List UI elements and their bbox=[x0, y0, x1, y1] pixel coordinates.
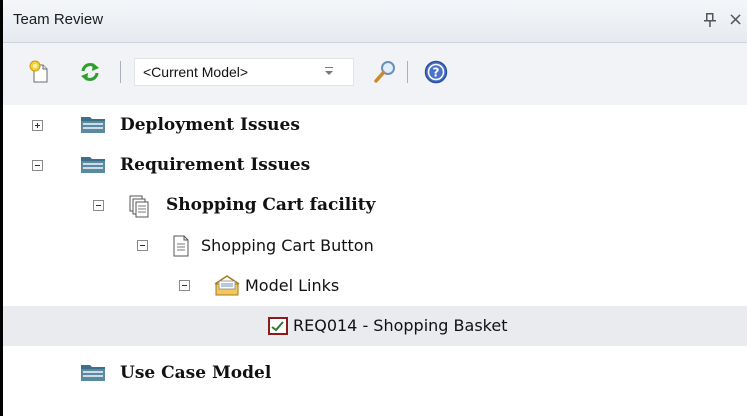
requirement-icon bbox=[268, 317, 288, 335]
search-icon[interactable] bbox=[372, 59, 398, 85]
collapse-icon[interactable] bbox=[93, 200, 104, 211]
collapse-icon[interactable] bbox=[137, 240, 148, 251]
svg-text:?: ? bbox=[433, 66, 440, 80]
title-bar: Team Review × bbox=[3, 0, 747, 43]
tree-item-label: Shopping Cart facility bbox=[166, 195, 376, 215]
new-item-icon[interactable] bbox=[27, 59, 53, 85]
tree-item-req014[interactable]: REQ014 - Shopping Basket bbox=[3, 306, 747, 346]
collapse-icon[interactable] bbox=[179, 280, 190, 291]
tree-item-requirement-issues[interactable]: Requirement Issues bbox=[3, 146, 747, 186]
tree-item-label: REQ014 - Shopping Basket bbox=[293, 316, 508, 335]
folder-icon bbox=[81, 117, 105, 133]
help-icon[interactable]: ? bbox=[423, 59, 449, 85]
document-stack-icon bbox=[129, 195, 149, 218]
collapse-icon[interactable] bbox=[32, 160, 43, 171]
pin-icon[interactable] bbox=[703, 12, 717, 28]
close-icon[interactable]: × bbox=[728, 10, 743, 30]
folder-icon bbox=[81, 157, 105, 173]
tree-item-label: Deployment Issues bbox=[120, 115, 300, 135]
refresh-icon[interactable] bbox=[77, 59, 103, 85]
tree-item-shopping-cart-facility[interactable]: Shopping Cart facility bbox=[3, 186, 747, 226]
tree-item-label: Shopping Cart Button bbox=[201, 236, 374, 255]
scope-value: <Current Model> bbox=[143, 64, 249, 80]
window-title: Team Review bbox=[13, 11, 104, 28]
tree-item-label: Use Case Model bbox=[120, 363, 272, 383]
tree-item-label: Requirement Issues bbox=[120, 155, 311, 175]
scope-dropdown[interactable]: <Current Model> bbox=[134, 58, 354, 86]
toolbar: <Current Model> ? bbox=[3, 43, 747, 105]
tree-item-deployment-issues[interactable]: Deployment Issues bbox=[3, 106, 747, 146]
chevron-down-icon[interactable] bbox=[323, 66, 335, 78]
tree-item-shopping-cart-button[interactable]: Shopping Cart Button bbox=[3, 226, 747, 266]
tree-item-use-case-model[interactable]: Use Case Model bbox=[3, 354, 747, 394]
toolbar-separator bbox=[407, 61, 408, 83]
review-tree: Deployment Issues Requirement Issues Sho… bbox=[3, 106, 747, 416]
tree-item-label: Model Links bbox=[245, 276, 340, 295]
model-links-icon bbox=[214, 275, 240, 296]
toolbar-separator bbox=[120, 61, 121, 83]
tree-item-model-links[interactable]: Model Links bbox=[3, 266, 747, 306]
folder-icon bbox=[81, 365, 105, 381]
document-icon bbox=[173, 235, 189, 257]
expand-icon[interactable] bbox=[32, 120, 43, 131]
